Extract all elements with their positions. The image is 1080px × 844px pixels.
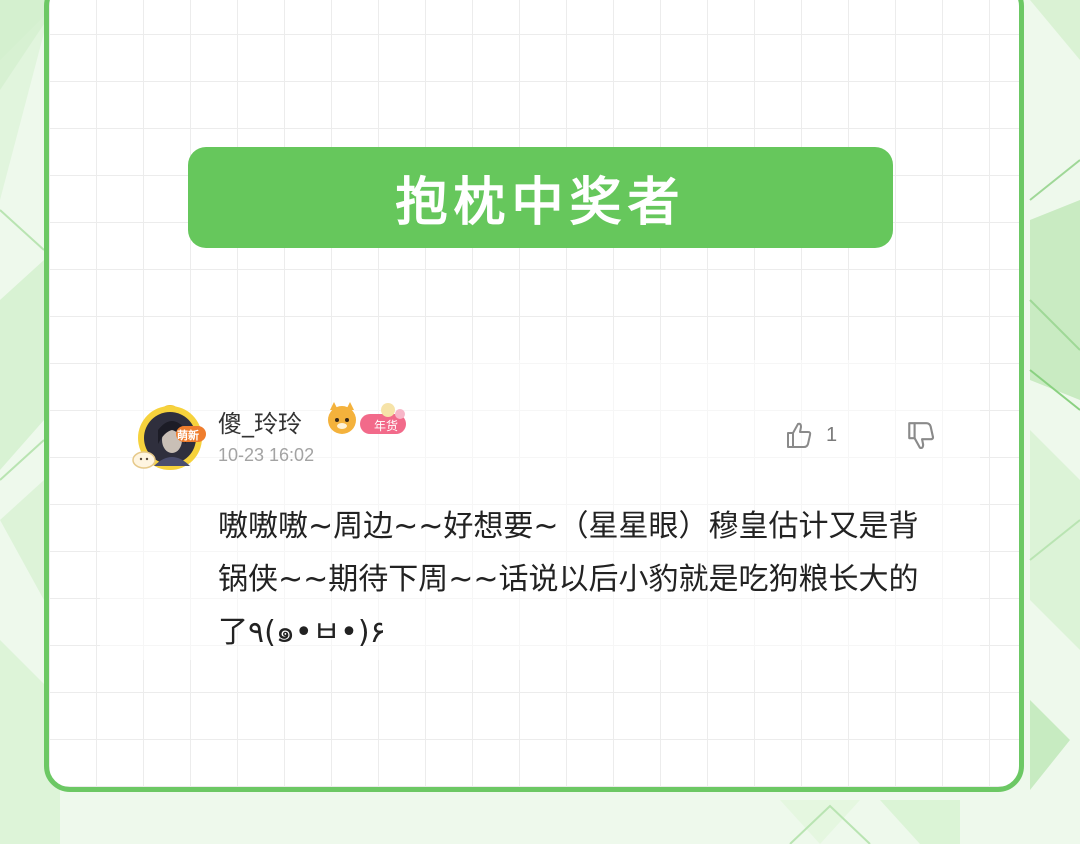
badge-label: 年货 [374,419,399,433]
user-badges: 年货 [326,400,416,440]
thumbs-down-icon [908,422,935,449]
page-title: 抱枕中奖者 [395,173,686,233]
avatar[interactable] [132,400,212,472]
title-banner: 抱枕中奖者 [188,147,893,248]
like-count: 1 [826,423,838,446]
dislike-button[interactable] [905,420,937,456]
timestamp: 10-23 16:02 [218,445,315,465]
username[interactable]: 傻_玲玲 [218,404,302,439]
like-button[interactable]: 1 [784,420,837,450]
tiger-badge-icon [328,402,406,434]
avatar-badge-label: 萌新 [177,429,199,442]
comment-text: 嗷嗷嗷~周边~~好想要~（星星眼）穆皇估计又是背锅侠~~期待下周~~话说以后小豹… [218,509,919,650]
thumbs-up-icon [787,422,812,448]
